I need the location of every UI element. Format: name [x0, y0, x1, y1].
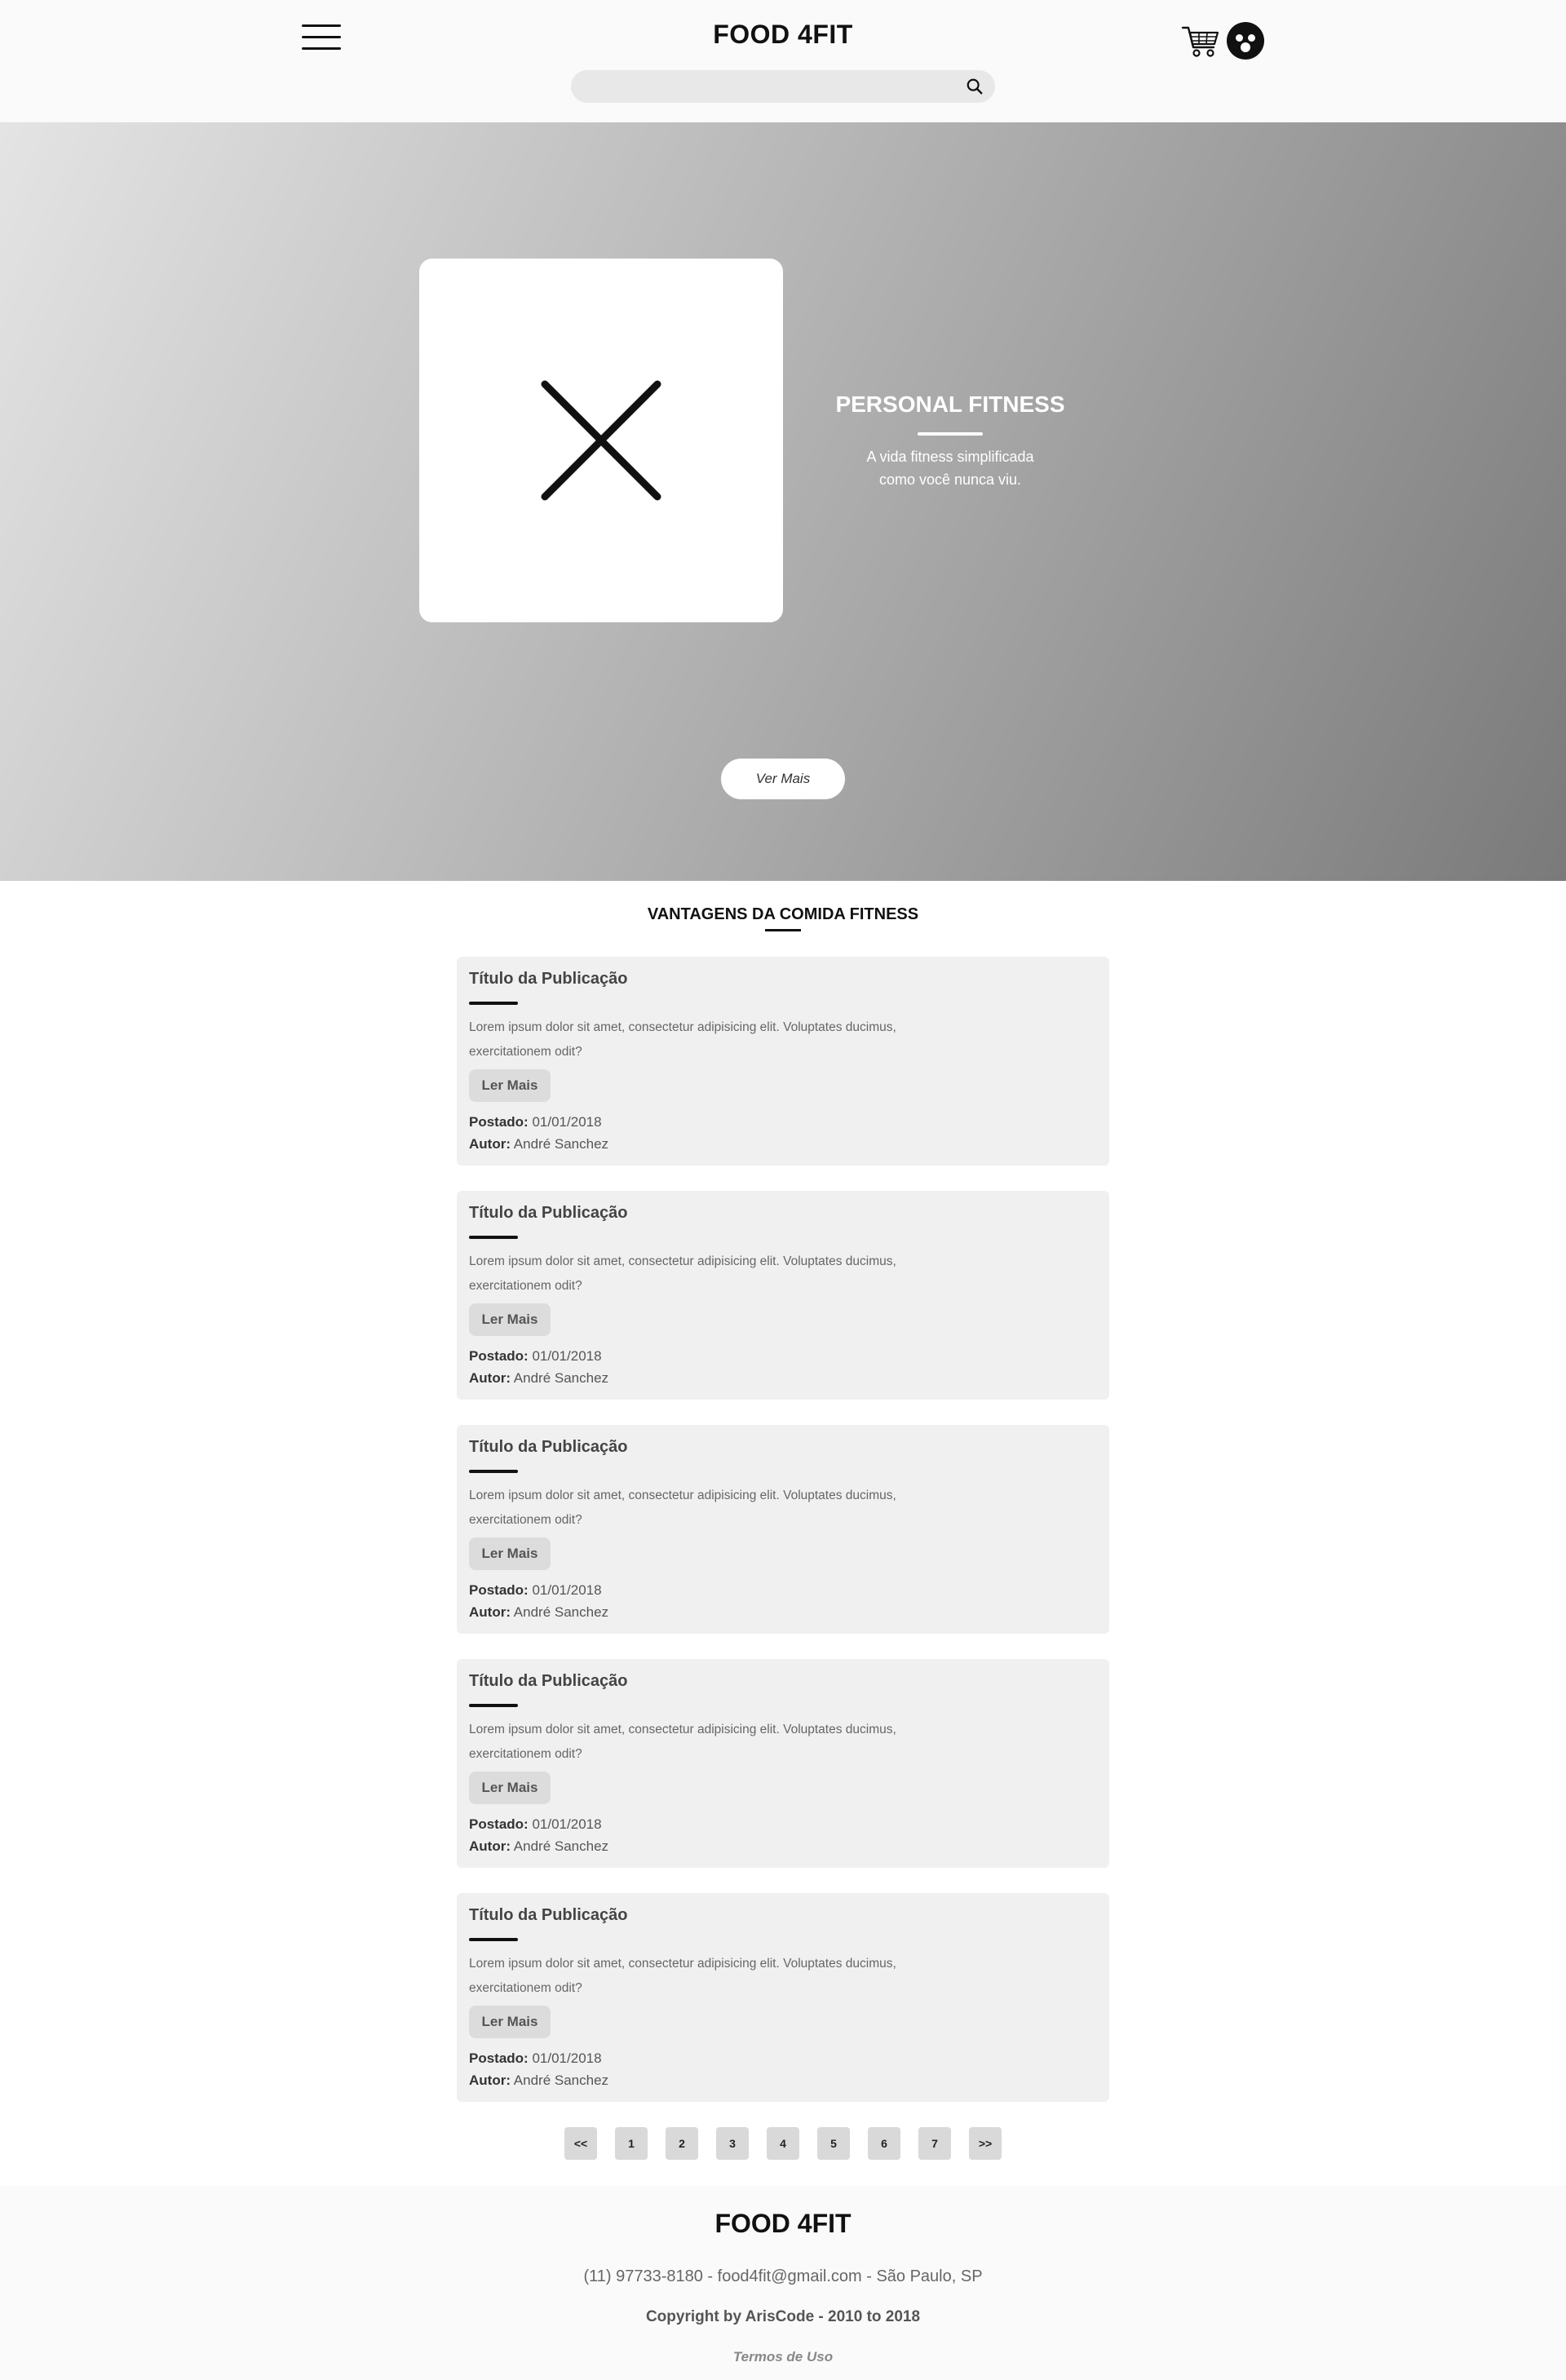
post-excerpt: Lorem ipsum dolor sit amet, consectetur … [469, 1015, 958, 1064]
pagination-page-4[interactable]: 4 [767, 2127, 799, 2160]
post-author: Autor: André Sanchez [469, 1838, 608, 1855]
ler-mais-button[interactable]: Ler Mais [469, 1772, 551, 1804]
post-title-underline [469, 1470, 518, 1473]
hero-subtitle: A vida fitness simplificada como você nu… [816, 445, 1085, 491]
post-author: Autor: André Sanchez [469, 1604, 608, 1621]
post-card: Título da Publicação Lorem ipsum dolor s… [457, 1425, 1109, 1634]
post-date-label: Postado: [469, 1816, 529, 1832]
post-author: Autor: André Sanchez [469, 2073, 608, 2089]
cart-icon[interactable] [1181, 21, 1220, 60]
avatar-icon[interactable] [1227, 22, 1264, 60]
search-bar [571, 70, 995, 103]
post-date-value: 01/01/2018 [532, 2050, 602, 2066]
post-card: Título da Publicação Lorem ipsum dolor s… [457, 1191, 1109, 1400]
post-title[interactable]: Título da Publicação [469, 970, 627, 989]
section-title-underline [765, 929, 801, 931]
post-date: Postado: 01/01/2018 [469, 1114, 602, 1130]
hero-image [419, 259, 783, 622]
post-excerpt-line: exercitationem odit? [469, 1981, 582, 1995]
post-excerpt-line: Lorem ipsum dolor sit amet, consectetur … [469, 1723, 896, 1736]
footer-copyright: Copyright by ArisCode - 2010 to 2018 [645, 2308, 921, 2325]
post-author: Autor: André Sanchez [469, 1370, 608, 1387]
post-title-underline [469, 1236, 518, 1239]
post-date-value: 01/01/2018 [532, 1582, 602, 1598]
post-title[interactable]: Título da Publicação [469, 1438, 627, 1457]
post-date-value: 01/01/2018 [532, 1816, 602, 1832]
pagination: << 1 2 3 4 5 6 7 >> [0, 2127, 1566, 2160]
post-date-value: 01/01/2018 [532, 1114, 602, 1130]
site-header: FOOD 4FIT [0, 0, 1566, 122]
post-card: Título da Publicação Lorem ipsum dolor s… [457, 1893, 1109, 2102]
post-card: Título da Publicação Lorem ipsum dolor s… [457, 1659, 1109, 1868]
post-title-underline [469, 1704, 518, 1707]
post-date: Postado: 01/01/2018 [469, 1816, 602, 1833]
pagination-first[interactable]: << [564, 2127, 597, 2160]
post-author-label: Autor: [469, 1370, 511, 1386]
post-excerpt: Lorem ipsum dolor sit amet, consectetur … [469, 1250, 958, 1298]
post-date-value: 01/01/2018 [532, 1348, 602, 1364]
post-author-label: Autor: [469, 1136, 511, 1152]
section-title: VANTAGENS DA COMIDA FITNESS [647, 905, 919, 923]
post-author-label: Autor: [469, 2073, 511, 2088]
search-input[interactable] [587, 70, 946, 103]
hero-subtitle-line-1: A vida fitness simplificada [866, 449, 1034, 465]
footer-contact: (11) 97733-8180 - food4fit@gmail.com - S… [583, 2267, 983, 2285]
post-excerpt: Lorem ipsum dolor sit amet, consectetur … [469, 1718, 958, 1767]
post-title[interactable]: Título da Publicação [469, 1672, 627, 1691]
post-author-value: André Sanchez [513, 1370, 609, 1386]
site-logo[interactable]: FOOD 4FIT [0, 20, 1566, 50]
post-author-value: André Sanchez [513, 1604, 609, 1620]
post-author-value: André Sanchez [513, 1838, 609, 1854]
ver-mais-button[interactable]: Ver Mais [721, 759, 845, 799]
post-excerpt-line: exercitationem odit? [469, 1279, 582, 1293]
post-date-label: Postado: [469, 1582, 529, 1598]
post-excerpt-line: exercitationem odit? [469, 1045, 582, 1059]
pagination-page-5[interactable]: 5 [817, 2127, 850, 2160]
footer-logo: FOOD 4FIT [714, 2209, 852, 2238]
post-date-label: Postado: [469, 1348, 529, 1364]
post-title-underline [469, 1938, 518, 1941]
image-placeholder-icon [541, 380, 661, 501]
hero-title: PERSONAL FITNESS [835, 392, 1065, 417]
post-card: Título da Publicação Lorem ipsum dolor s… [457, 957, 1109, 1166]
ler-mais-button[interactable]: Ler Mais [469, 2006, 551, 2038]
post-author-label: Autor: [469, 1838, 511, 1854]
post-excerpt-line: exercitationem odit? [469, 1513, 582, 1527]
post-excerpt-line: Lorem ipsum dolor sit amet, consectetur … [469, 1957, 896, 1971]
hero-banner: PERSONAL FITNESS A vida fitness simplifi… [0, 122, 1566, 881]
post-date: Postado: 01/01/2018 [469, 1582, 602, 1599]
post-excerpt: Lorem ipsum dolor sit amet, consectetur … [469, 1484, 958, 1533]
post-title[interactable]: Título da Publicação [469, 1204, 627, 1223]
post-date-label: Postado: [469, 2050, 529, 2066]
pagination-last[interactable]: >> [969, 2127, 1002, 2160]
search-icon[interactable] [966, 77, 984, 95]
post-author-value: André Sanchez [513, 2073, 609, 2088]
site-footer: FOOD 4FIT (11) 97733-8180 - food4fit@gma… [0, 2186, 1566, 2380]
post-author-label: Autor: [469, 1604, 511, 1620]
hero-subtitle-line-2: como você nunca viu. [878, 471, 1022, 488]
ler-mais-button[interactable]: Ler Mais [469, 1069, 551, 1102]
post-date: Postado: 01/01/2018 [469, 2050, 602, 2067]
pagination-page-7[interactable]: 7 [918, 2127, 951, 2160]
hero-title-underline [918, 432, 983, 436]
ler-mais-button[interactable]: Ler Mais [469, 1303, 551, 1336]
post-author: Autor: André Sanchez [469, 1136, 608, 1152]
post-author-value: André Sanchez [513, 1136, 609, 1152]
post-excerpt-line: exercitationem odit? [469, 1747, 582, 1761]
post-title-underline [469, 1002, 518, 1005]
post-excerpt-line: Lorem ipsum dolor sit amet, consectetur … [469, 1489, 896, 1502]
post-excerpt: Lorem ipsum dolor sit amet, consectetur … [469, 1952, 958, 2001]
pagination-page-6[interactable]: 6 [868, 2127, 900, 2160]
footer-terms: Termos de Uso [0, 2349, 1566, 2365]
post-excerpt-line: Lorem ipsum dolor sit amet, consectetur … [469, 1020, 896, 1034]
pagination-page-2[interactable]: 2 [666, 2127, 698, 2160]
pagination-page-1[interactable]: 1 [615, 2127, 648, 2160]
terms-link[interactable]: Termos de Uso [733, 2349, 833, 2365]
post-excerpt-line: Lorem ipsum dolor sit amet, consectetur … [469, 1254, 896, 1268]
post-title[interactable]: Título da Publicação [469, 1906, 627, 1925]
pagination-page-3[interactable]: 3 [716, 2127, 749, 2160]
post-date: Postado: 01/01/2018 [469, 1348, 602, 1365]
ler-mais-button[interactable]: Ler Mais [469, 1537, 551, 1570]
post-date-label: Postado: [469, 1114, 529, 1130]
